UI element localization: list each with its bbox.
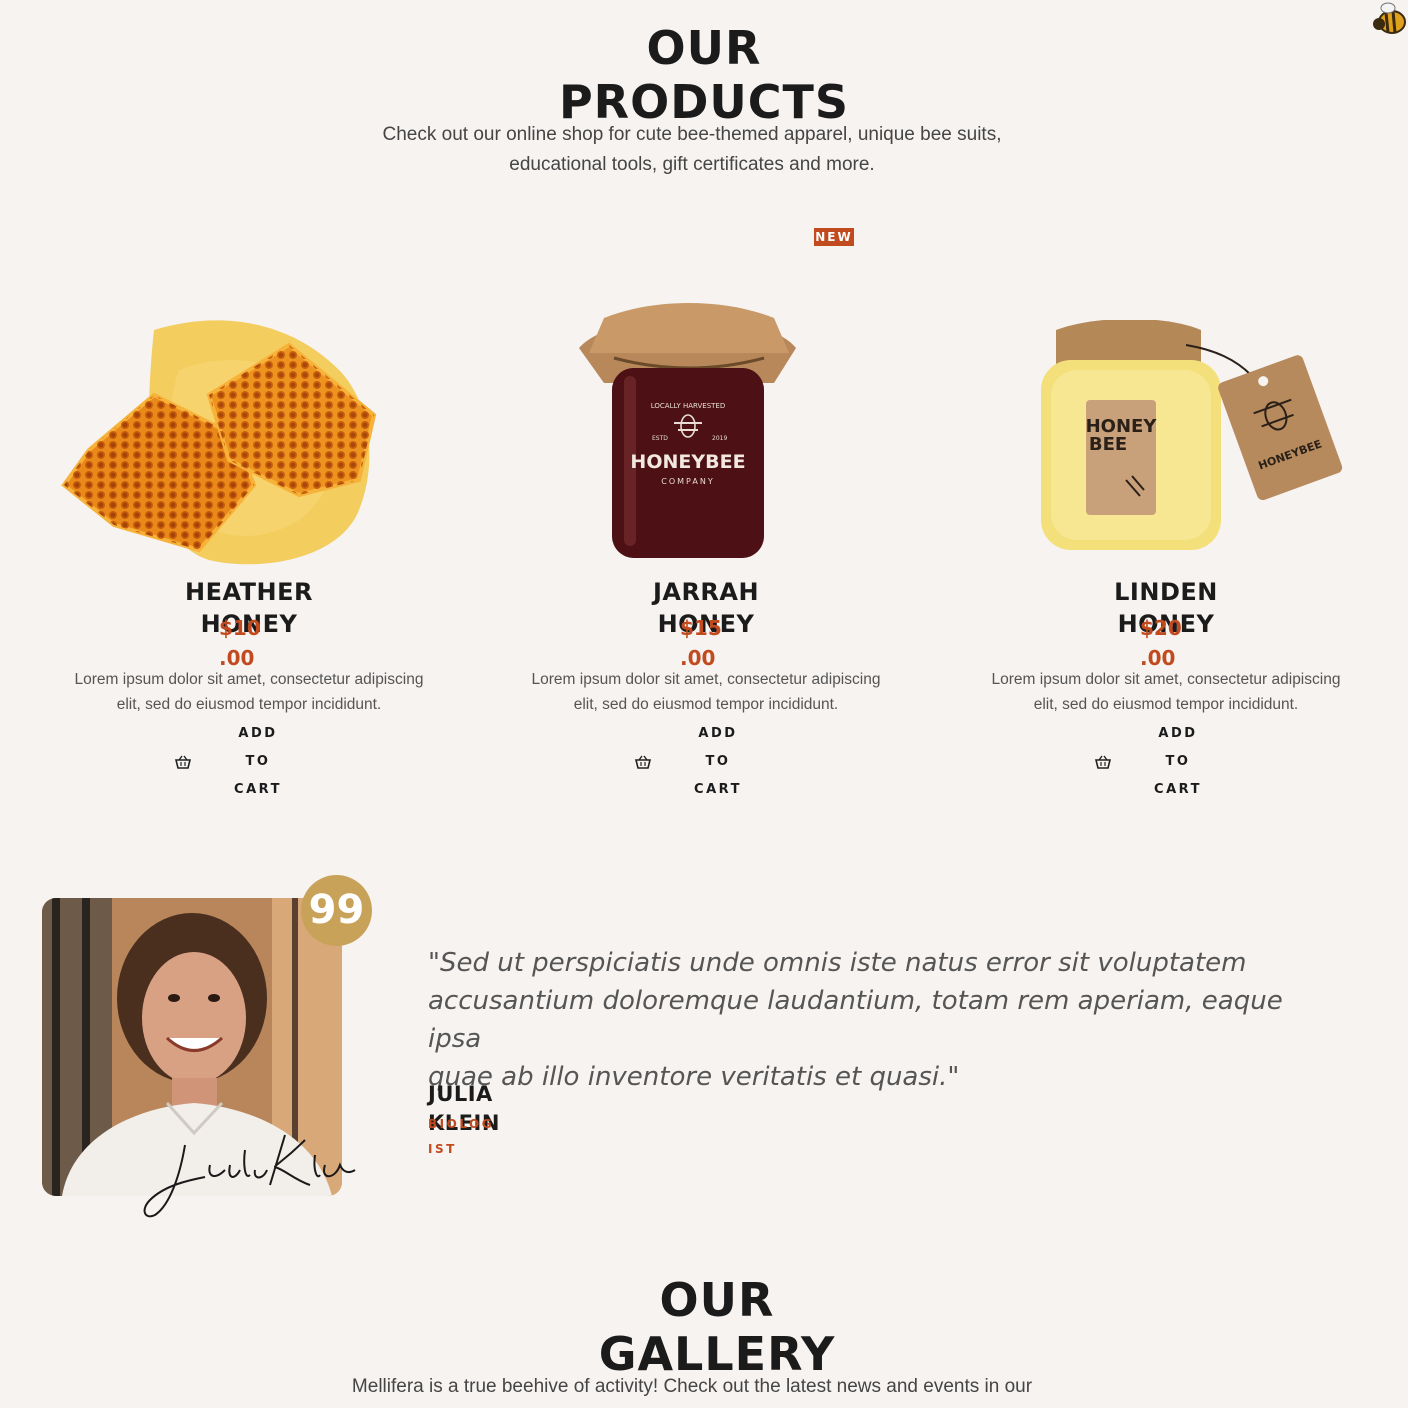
testimonial-quote: "Sed ut perspiciatis unde omnis iste nat… — [428, 944, 1328, 1096]
desc-line1: Lorem ipsum dolor sit amet, consectetur … — [991, 671, 1341, 688]
product-card-jarrah: LOCALLY HARVESTED ESTD 2019 HONEYBEE COM… — [486, 280, 926, 797]
jar-label-company: COMPANY — [661, 477, 714, 486]
cart-line2: CART — [234, 782, 282, 797]
gallery-subtitle: Mellifera is a true beehive of activity!… — [292, 1372, 1092, 1402]
price-dollars: $15 — [680, 616, 722, 640]
testimonial-role: BIOLOG IST — [428, 1112, 494, 1162]
role-line1: BIOLOG — [428, 1117, 495, 1131]
product-price: $10 .00 — [219, 613, 261, 673]
jar-label-year: 2019 — [712, 435, 727, 442]
cart-line1: ADD TO — [698, 726, 738, 769]
desc-line2: elit, sed do eiusmod tempor incididunt. — [573, 696, 839, 713]
products-subtitle-line1: Check out our online shop for cute bee-t… — [382, 124, 1002, 145]
cart-line1: ADD TO — [238, 726, 278, 769]
gallery-title-line1: OUR — [659, 1273, 775, 1327]
quote-line2: accusantium doloremque laudantium, totam… — [428, 986, 1283, 1054]
add-to-cart-label: ADD TO CART — [223, 720, 293, 804]
gallery-subtitle-line1: Mellifera is a true beehive of activity!… — [351, 1376, 1033, 1397]
product-price: $15 .00 — [680, 613, 722, 673]
price-dollars: $20 — [1140, 616, 1182, 640]
new-badge: NEW — [814, 228, 854, 246]
price-dollars: $10 — [219, 616, 261, 640]
product-description: Lorem ipsum dolor sit amet, consectetur … — [29, 667, 469, 717]
add-to-cart-button[interactable]: ADD TO CART — [635, 720, 753, 804]
basket-icon — [1095, 755, 1111, 769]
role-line2: IST — [428, 1142, 457, 1156]
product-card-linden: HONEY BEE HONEYBEE LINDEN HONEY $20 .00 … — [946, 280, 1386, 797]
desc-line1: Lorem ipsum dolor sit amet, consectetur … — [74, 671, 424, 688]
cart-line1: ADD TO — [1158, 726, 1198, 769]
product-description: Lorem ipsum dolor sit amet, consectetur … — [486, 667, 926, 717]
add-to-cart-label: ADD TO CART — [683, 720, 753, 804]
author-line1: JULIA — [428, 1082, 493, 1106]
cart-line2: CART — [694, 782, 742, 797]
add-to-cart-button[interactable]: ADD TO CART — [175, 720, 293, 804]
desc-line1: Lorem ipsum dolor sit amet, consectetur … — [531, 671, 881, 688]
cream-honey-jar-image[interactable]: HONEY BEE HONEYBEE — [1036, 320, 1346, 560]
desc-line2: elit, sed do eiusmod tempor incididunt. — [1033, 696, 1299, 713]
quote-line3: quae ab illo inventore veritatis et quas… — [428, 1062, 960, 1092]
quote-badge: 99 — [301, 875, 372, 946]
jar-label-top: LOCALLY HARVESTED — [651, 402, 725, 410]
basket-icon — [175, 755, 191, 769]
bee-icon — [1373, 2, 1406, 34]
quote-line1: "Sed ut perspiciatis unde omnis iste nat… — [428, 948, 1247, 978]
signature-image — [143, 1134, 356, 1218]
jar-label-line2: BEE — [1089, 434, 1127, 455]
add-to-cart-button[interactable]: ADD TO CART — [1095, 720, 1213, 804]
product-price: $20 .00 — [1140, 613, 1182, 673]
product-description: Lorem ipsum dolor sit amet, consectetur … — [946, 667, 1386, 717]
add-to-cart-label: ADD TO CART — [1143, 720, 1213, 804]
products-subtitle-line2: educational tools, gift certificates and… — [509, 154, 875, 175]
products-title-line1: OUR — [646, 21, 762, 75]
products-subtitle: Check out our online shop for cute bee-t… — [304, 120, 1080, 180]
product-name-line1: LINDEN — [1114, 578, 1218, 606]
quote-icon: 99 — [308, 887, 365, 933]
product-name-line1: HEATHER — [184, 578, 314, 606]
product-card-heather: HEATHER HONEY $10 .00 Lorem ipsum dolor … — [29, 280, 469, 797]
basket-icon — [635, 755, 651, 769]
testimonial-section: 99 "Sed ut perspiciatis unde omnis iste … — [0, 860, 1408, 1240]
dark-honey-jar-image[interactable]: LOCALLY HARVESTED ESTD 2019 HONEYBEE COM… — [574, 298, 804, 563]
jar-label-estd: ESTD — [652, 435, 668, 442]
honeycomb-image[interactable] — [59, 310, 399, 572]
cart-line2: CART — [1154, 782, 1202, 797]
gallery-title: OUR GALLERY — [417, 1273, 1017, 1381]
jar-label-brand: HONEYBEE — [630, 451, 745, 473]
products-title: OUR PRODUCTS — [404, 21, 1004, 129]
desc-line2: elit, sed do eiusmod tempor incididunt. — [116, 696, 382, 713]
product-name-line1: JARRAH — [652, 578, 760, 606]
